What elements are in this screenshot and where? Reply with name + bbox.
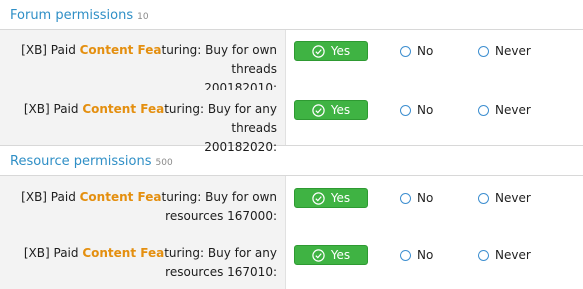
section-count: 10 — [137, 12, 149, 22]
permission-row: [XB] Paid Content Featuring: Buy for any… — [0, 234, 583, 289]
check-circle-icon — [312, 103, 325, 117]
never-option[interactable]: Never — [478, 191, 531, 205]
no-option[interactable]: No — [400, 191, 433, 205]
no-option[interactable]: No — [400, 248, 433, 262]
yes-button[interactable]: Yes — [294, 41, 368, 61]
radio-circle-icon — [478, 192, 489, 204]
radio-circle-icon — [400, 45, 411, 57]
radio-circle-icon — [478, 249, 489, 261]
radio-circle-icon — [478, 45, 489, 57]
check-circle-icon — [312, 191, 325, 205]
permission-label: [XB] Paid Content Featuring: Buy for any… — [0, 90, 286, 154]
yes-button[interactable]: Yes — [294, 100, 368, 120]
permission-row: [XB] Paid Content Featuring: Buy for own… — [0, 176, 583, 234]
permission-controls: Yes No Never — [286, 176, 583, 234]
radio-circle-icon — [478, 104, 489, 116]
permission-controls: Yes No Never — [286, 30, 583, 90]
never-option[interactable]: Never — [478, 103, 531, 117]
highlight-text: Content Fea — [79, 190, 162, 204]
radio-circle-icon — [400, 249, 411, 261]
yes-button[interactable]: Yes — [294, 245, 368, 265]
permission-row: [XB] Paid Content Featuring: Buy for own… — [0, 30, 583, 95]
permission-label: [XB] Paid Content Featuring: Buy for own… — [0, 30, 286, 95]
section-title: Forum permissions — [10, 8, 134, 23]
no-option[interactable]: No — [400, 103, 433, 117]
permission-row: [XB] Paid Content Featuring: Buy for any… — [0, 90, 583, 154]
radio-circle-icon — [400, 104, 411, 116]
never-option[interactable]: Never — [478, 248, 531, 262]
permission-controls: Yes No Never — [286, 90, 583, 145]
check-circle-icon — [312, 248, 325, 262]
highlight-text: Content Fea — [82, 246, 165, 260]
permission-controls: Yes No Never — [286, 234, 583, 289]
permission-label: [XB] Paid Content Featuring: Buy for own… — [0, 176, 286, 234]
highlight-text: Content Fea — [82, 102, 165, 116]
section-count: 500 — [155, 158, 173, 168]
section-title: Resource permissions — [10, 154, 152, 169]
check-circle-icon — [312, 44, 325, 58]
radio-circle-icon — [400, 192, 411, 204]
yes-button[interactable]: Yes — [294, 188, 368, 208]
forum-permissions-header: Forum permissions 10 — [0, 0, 583, 30]
never-option[interactable]: Never — [478, 44, 531, 58]
permission-label: [XB] Paid Content Featuring: Buy for any… — [0, 234, 286, 289]
highlight-text: Content Fea — [79, 43, 162, 57]
no-option[interactable]: No — [400, 44, 433, 58]
